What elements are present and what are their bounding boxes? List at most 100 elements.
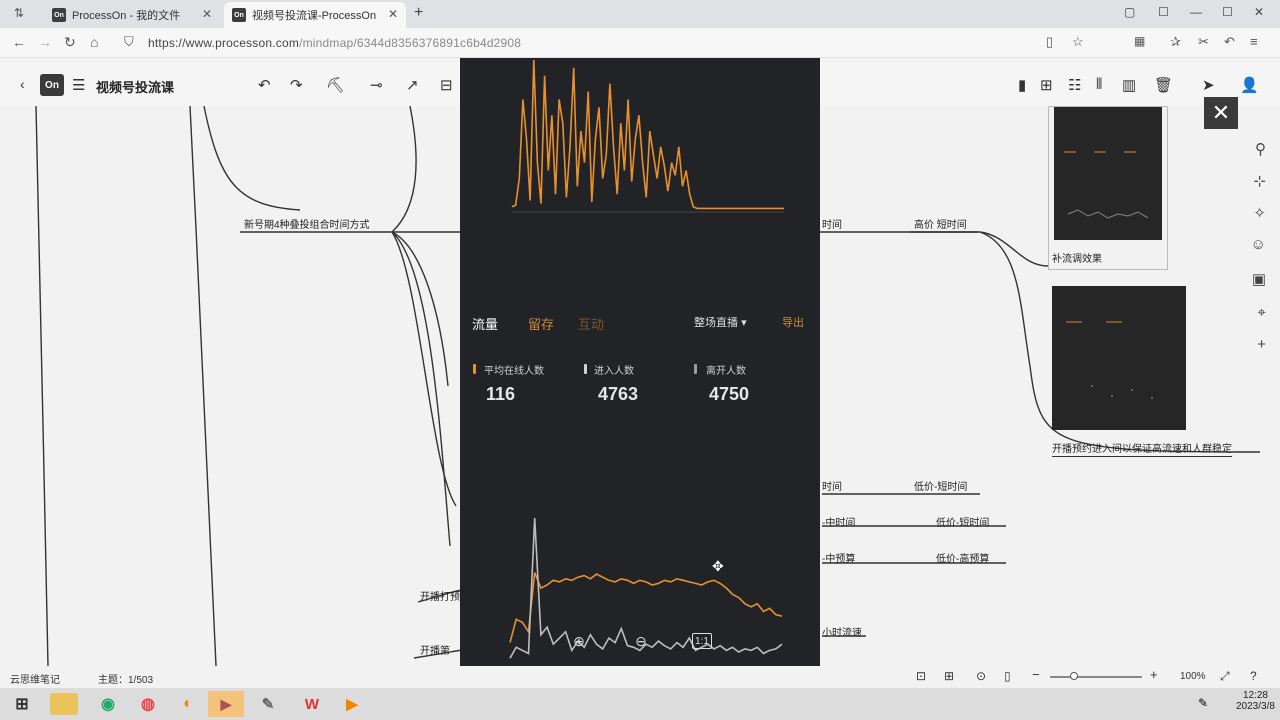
node-low-short-b[interactable]: 低价-短时间 [936,514,989,529]
favorites-icon[interactable]: ✰ [1170,34,1181,50]
reader-icon[interactable]: ▯ [1046,34,1053,50]
wps-icon[interactable]: W [294,691,330,717]
thumbnail-image-b[interactable] [1052,286,1186,430]
zoom-in-button[interactable]: + [1150,667,1158,682]
pdf-icon[interactable]: ▶ [334,691,370,717]
paint-icon[interactable]: ✎ [250,691,286,717]
back-icon[interactable]: ← [12,34,26,50]
scope-label: 整场直播 [694,317,738,329]
close-tab-icon[interactable]: ✕ [202,7,212,21]
screen-capture-icon[interactable]: ▶ [208,691,244,717]
node-open-b[interactable]: 开播第 [420,642,450,657]
firefox-icon[interactable]: ◐ [170,691,206,717]
connect-icon[interactable]: ⚲ [1255,140,1266,158]
zoom-slider[interactable] [1050,672,1142,680]
node-high-price[interactable]: 高价 短时间 [914,216,967,231]
maximize-icon[interactable]: ☐ [1222,5,1233,19]
zoom-slider-handle[interactable] [1070,672,1078,680]
browser-tab-files[interactable]: On ProcessOn - 我的文件 ✕ [44,2,220,28]
sparkle-icon[interactable]: ✧ [1253,204,1266,222]
minimize-icon[interactable]: — [1190,5,1202,19]
menu-icon[interactable]: ≡ [1250,34,1258,49]
image-icon[interactable]: ▣ [1252,270,1266,288]
send-icon[interactable]: ➤ [1202,76,1215,94]
zoom-in-icon[interactable]: ⊕ [568,630,590,652]
grid-icon[interactable]: ⊞ [944,669,954,683]
tools-icon[interactable]: ✂ [1198,34,1209,50]
node-open-a[interactable]: 开播打预 [420,588,460,603]
close-window-icon[interactable]: ✕ [1254,5,1264,19]
fit-icon[interactable]: ⊡ [916,669,926,683]
layout-icon[interactable]: ⊞ [1040,76,1053,94]
document-title[interactable]: 视频号投流课 [96,77,174,96]
zoom-out-button[interactable]: − [1032,667,1040,682]
node-mid-budget[interactable]: -中预算 [822,550,855,565]
start-icon[interactable]: ⊞ [4,691,40,717]
tab-list-icon[interactable]: ⇅ [14,6,24,20]
frame-icon[interactable]: ⊟ [440,76,453,94]
taskbar-clock[interactable]: 12:28 2023/3/8 [1236,690,1275,712]
org-chart-icon[interactable]: ⊹ [1253,172,1266,190]
close-tab-icon[interactable]: ✕ [388,7,398,21]
restore-icon[interactable]: ▢ [1124,5,1135,19]
move-cursor-icon: ✥ [712,558,724,574]
notes-link[interactable]: 云思维笔记 [10,671,60,686]
tab-traffic[interactable]: 流量 [472,314,498,333]
tag-icon[interactable]: ⌖ [1258,304,1266,321]
url-field[interactable]: https://www.processon.com/mindmap/6344d8… [148,36,521,50]
reload-icon[interactable]: ↻ [64,34,76,51]
zoom-out-icon[interactable]: ⊖ [630,630,652,652]
node-mid-time[interactable]: -中时间 [822,514,855,529]
media-app-icon[interactable]: ◍ [130,691,166,717]
book-icon[interactable]: ▯ [1004,669,1011,683]
fullscreen-icon[interactable]: ⤢ [1220,669,1230,684]
locate-icon[interactable]: ⊙ [976,669,986,683]
panel-icon[interactable]: ▮ [1018,76,1026,94]
actual-size-button[interactable]: 1:1 [692,633,712,649]
columns-icon[interactable]: ⫴ [1096,76,1102,93]
emoji-icon[interactable]: ☺ [1251,236,1266,253]
browser-tab-mindmap[interactable]: On 视频号投流课-ProcessOn ✕ [224,2,406,28]
caption-a[interactable]: 补流调效果 [1052,250,1102,265]
format-painter-icon[interactable]: ⛏ [326,76,345,94]
redo-icon[interactable]: ↷ [290,76,303,94]
forward-icon[interactable]: → [38,34,52,50]
export-button[interactable]: 导出 [782,314,804,330]
scope-select[interactable]: 整场直播 ▾ [694,314,747,330]
node-low-short[interactable]: 低价-短时间 [914,478,967,493]
add-icon[interactable]: + [1257,336,1266,353]
undo-close-icon[interactable]: ↶ [1224,34,1235,50]
status-bar: 云思维笔记 主题：1/503 ⊡ ⊞ ⊙ ▯ − + 100% ⤢ ? [0,666,1280,688]
avatar[interactable]: 👤 [1240,76,1259,94]
arrow-icon[interactable]: ↗ [406,76,419,94]
undo-icon[interactable]: ↶ [258,76,271,94]
metric-value: 4750 [709,384,750,404]
browser-app-icon[interactable]: ◉ [90,691,126,717]
tab-retention[interactable]: 留存 [528,314,554,333]
back-chevron-icon[interactable]: ‹ [20,76,25,92]
node-time-b[interactable]: 时间 [822,478,842,493]
processon-logo[interactable]: On [40,74,64,96]
shield-icon[interactable]: ⛉ [124,34,134,50]
pen-tray-icon[interactable]: ✎ [1198,696,1208,710]
delete-icon[interactable]: 🗑 [1154,76,1173,94]
pin-icon[interactable]: ☐ [1158,5,1169,19]
folder-icon[interactable] [50,693,78,715]
home-icon[interactable]: ⌂ [90,34,98,50]
split-icon[interactable]: ▥ [1122,76,1136,94]
hamburger-icon[interactable]: ☰ [72,76,85,94]
help-icon[interactable]: ? [1250,669,1257,683]
node-hour-flow[interactable]: 小时流速 [822,624,862,639]
node-main[interactable]: 新号期4种叠投组合时间方式 [244,216,370,231]
extensions-icon[interactable]: ▦ [1134,34,1145,48]
close-viewer-button[interactable]: ✕ [1204,97,1238,129]
structure-icon[interactable]: ☷ [1068,76,1081,94]
tab-interaction[interactable]: 互动 [578,314,604,333]
star-icon[interactable]: ☆ [1072,34,1084,50]
node-time-a[interactable]: 时间 [822,216,842,231]
caption-b[interactable]: 开播预约进入间以保证高流速和人群稳定 [1052,440,1232,457]
node-low-high[interactable]: 低价-高预算 [936,550,989,565]
connector-icon[interactable]: ⊸ [370,76,383,94]
new-tab-button[interactable]: + [414,4,423,22]
tab-label: 视频号投流课-ProcessOn [252,10,377,22]
